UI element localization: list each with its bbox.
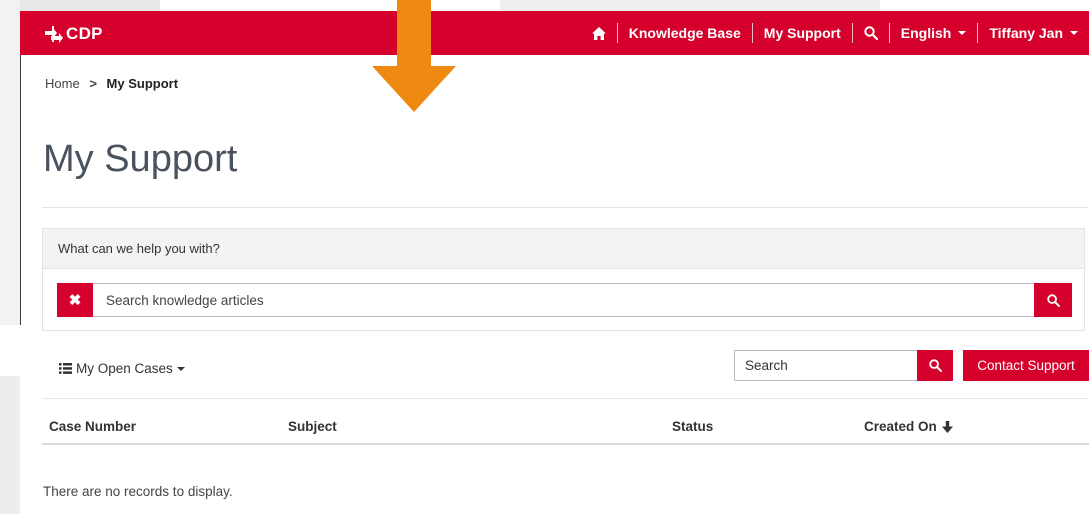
knowledge-search-input[interactable]	[93, 283, 1047, 317]
user-menu[interactable]: Tiffany Jan	[978, 25, 1089, 41]
clear-search-button[interactable]: ✖	[57, 283, 93, 317]
column-header-subject[interactable]: Subject	[288, 419, 337, 434]
search-icon	[1046, 293, 1060, 307]
divider	[42, 207, 1089, 208]
breadcrumb-separator: >	[89, 76, 97, 91]
column-header-status[interactable]: Status	[672, 419, 713, 434]
breadcrumb: Home > My Support	[45, 76, 178, 91]
breadcrumb-home[interactable]: Home	[45, 76, 80, 91]
list-icon	[59, 363, 72, 374]
search-icon	[928, 359, 942, 372]
nav-home[interactable]	[581, 26, 617, 40]
contact-support-button[interactable]: Contact Support	[963, 350, 1089, 381]
background-window-left	[0, 0, 21, 325]
divider	[42, 398, 1089, 399]
nav-menu: Knowledge Base My Support English Tiffan…	[581, 11, 1089, 55]
knowledge-search-panel: What can we help you with? ✖	[42, 228, 1085, 331]
search-icon	[864, 26, 878, 40]
empty-table-message: There are no records to display.	[43, 484, 233, 499]
breadcrumb-current: My Support	[106, 76, 179, 91]
home-icon	[591, 26, 606, 40]
logo-text: CDP	[66, 24, 103, 43]
sort-descending-arrow-icon	[941, 420, 953, 433]
orange-arrow-down-icon	[372, 0, 456, 112]
nav-my-support[interactable]: My Support	[753, 25, 852, 41]
page-title: My Support	[43, 138, 238, 180]
case-view-label: My Open Cases	[76, 361, 173, 376]
cdp-logo[interactable]: CDP	[44, 24, 103, 44]
close-icon: ✖	[68, 292, 82, 309]
case-view-dropdown[interactable]: My Open Cases	[59, 361, 185, 376]
language-dropdown[interactable]: English	[890, 25, 978, 41]
top-navbar: CDP Knowledge Base My Support English Ti…	[20, 11, 1089, 55]
cdp-logo-mark-icon	[45, 26, 63, 43]
table-header-divider	[42, 443, 1089, 445]
background-window-left-lower	[0, 376, 20, 514]
case-search-input[interactable]	[734, 350, 918, 381]
case-search-button[interactable]	[917, 350, 953, 381]
nav-knowledge-base[interactable]: Knowledge Base	[618, 25, 752, 41]
column-header-case-number[interactable]: Case Number	[49, 419, 136, 434]
background-window-top-middle	[500, 0, 880, 11]
chevron-down-icon	[958, 31, 967, 35]
search-panel-heading: What can we help you with?	[43, 229, 1084, 269]
column-header-created-on[interactable]: Created On	[864, 419, 953, 434]
nav-search[interactable]	[853, 26, 889, 40]
column-header-label: Created On	[864, 419, 937, 434]
user-name: Tiffany Jan	[989, 25, 1063, 41]
language-label: English	[900, 25, 952, 41]
knowledge-search-button[interactable]	[1034, 283, 1072, 317]
background-window-top	[20, 0, 160, 11]
chevron-down-icon	[176, 366, 185, 371]
chevron-down-icon	[1070, 31, 1078, 35]
